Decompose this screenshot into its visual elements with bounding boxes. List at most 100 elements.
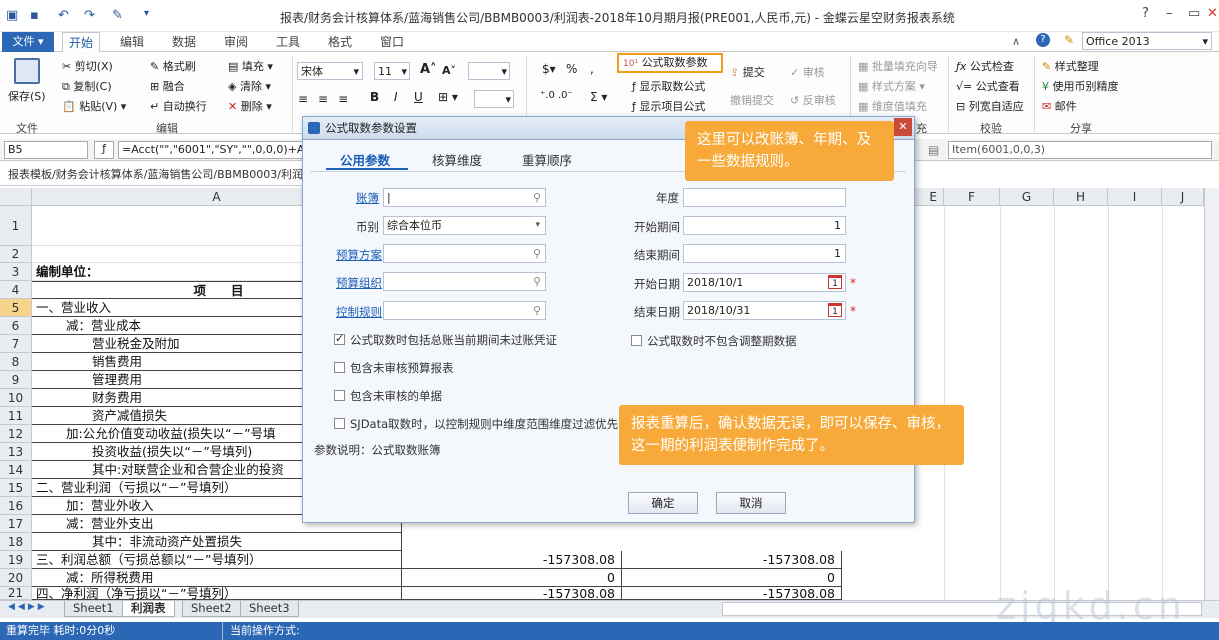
year-input[interactable] [683, 188, 846, 207]
sheet-tab-sheet2[interactable]: Sheet2 [182, 601, 241, 617]
percent-icon[interactable]: % [566, 62, 577, 76]
batch-fill-button[interactable]: ▦ 批量填充向导 [858, 58, 938, 74]
tab-tools[interactable]: 工具 [270, 32, 306, 52]
bold-icon[interactable]: B [370, 90, 379, 104]
control-rule-input[interactable]: ⚲ [383, 301, 546, 320]
search-icon[interactable]: ⚲ [533, 273, 541, 290]
row-header[interactable]: 10 [0, 389, 32, 407]
checkbox-unaudited-docs[interactable] [334, 390, 345, 401]
vertical-scrollbar[interactable] [1204, 188, 1219, 600]
copy-button[interactable]: ⧉ 复制(C) [62, 78, 112, 94]
column-header-i[interactable]: I [1108, 188, 1162, 206]
auto-wrap-button[interactable]: ↵ 自动换行 [150, 98, 207, 114]
sheet-nav-icons[interactable]: ◀◀▶▶ [8, 602, 48, 612]
close-icon[interactable]: ✕ [1207, 6, 1218, 21]
tab-edit[interactable]: 编辑 [114, 32, 150, 52]
column-header-h[interactable]: H [1054, 188, 1108, 206]
help-icon[interactable]: ? [1142, 6, 1149, 21]
row-header[interactable]: 18 [0, 533, 32, 551]
col-width-button[interactable]: ⊟ 列宽自适应 [956, 98, 1024, 114]
formula-view-button[interactable]: √= 公式查看 [956, 78, 1020, 94]
cell-value-current[interactable]: -157308.08 [402, 551, 622, 569]
search-icon[interactable]: ⚲ [533, 302, 541, 319]
row-header[interactable]: 7 [0, 335, 32, 353]
cell-value-cumulative[interactable]: -157308.08 [622, 587, 842, 600]
delete-button[interactable]: ✕ 删除 ▾ [228, 98, 272, 114]
formula-params-button[interactable]: 10¹ 公式取数参数 [617, 53, 723, 73]
save-big-icon[interactable] [14, 58, 40, 84]
office-style-select[interactable]: Office 2013 ▾ [1082, 32, 1212, 50]
column-header-g[interactable]: G [1000, 188, 1054, 206]
row-header[interactable]: 14 [0, 461, 32, 479]
align-icons[interactable]: ≡≡≡ [298, 92, 358, 106]
formula-check-button[interactable]: ƒx 公式检查 [956, 58, 1014, 74]
cell-value-cumulative[interactable]: -157308.08 [622, 551, 842, 569]
tab-window[interactable]: 窗口 [374, 32, 410, 52]
checkbox-exclude-adjust[interactable] [631, 335, 642, 346]
row-header[interactable]: 3 [0, 263, 32, 281]
decimal-icons[interactable]: ⁺.0 .0⁻ [540, 90, 573, 101]
row-header[interactable]: 2 [0, 246, 32, 263]
row-header[interactable]: 17 [0, 515, 32, 533]
font-size-select[interactable]: 11 ▾ [374, 62, 410, 80]
merge-button[interactable]: ⊞ 融合 [150, 78, 185, 94]
cell-a[interactable]: 其中：非流动资产处置损失 [32, 533, 402, 551]
sheet-tab-profit[interactable]: 利润表 [122, 601, 175, 617]
clear-button[interactable]: ◈ 清除 ▾ [228, 78, 271, 94]
style-tidy-button[interactable]: ✎ 样式整理 [1042, 58, 1099, 74]
undo-icon[interactable]: ↶ [58, 8, 69, 23]
row-header[interactable]: 11 [0, 407, 32, 425]
save-button[interactable]: 保存(S) [8, 88, 46, 104]
cell-reference-box[interactable]: B5 [4, 141, 88, 159]
row-header[interactable]: 1 [0, 206, 32, 246]
fill-button[interactable]: ▤ 填充 ▾ [228, 58, 273, 74]
item-formula-input[interactable]: Item(6001,0,0,3) [948, 141, 1212, 159]
cut-button[interactable]: ✂ 剪切(X) [62, 58, 113, 74]
dialog-tab-dimension[interactable]: 核算维度 [432, 150, 482, 169]
border-select[interactable]: ▾ [468, 62, 510, 80]
number-format-icon[interactable]: $▾ [542, 62, 556, 76]
maximize-icon[interactable]: ▭ [1188, 6, 1200, 21]
checkbox-include-unposted[interactable] [334, 332, 345, 345]
cancel-button[interactable]: 取消 [716, 492, 786, 514]
tab-data[interactable]: 数据 [166, 32, 202, 52]
tab-review[interactable]: 审阅 [218, 32, 254, 52]
underline-icon[interactable]: U [414, 90, 423, 104]
row-header[interactable]: 13 [0, 443, 32, 461]
ribbon-collapse-icon[interactable]: ∧ [1012, 35, 1020, 48]
format-brush-button[interactable]: ✎ 格式刷 [150, 58, 196, 74]
calendar-icon[interactable]: 1 [828, 303, 842, 317]
currency-select[interactable]: 综合本位币 ▾ [383, 216, 546, 235]
ok-button[interactable]: 确定 [628, 492, 698, 514]
cell-a[interactable]: 三、利润总额（亏损总额以“－”号填列） [32, 551, 402, 569]
sheet-tab-sheet3[interactable]: Sheet3 [240, 601, 299, 617]
cell-value-cumulative[interactable]: 0 [622, 569, 842, 587]
help-circle-icon[interactable]: ? [1036, 33, 1050, 47]
grid-corner[interactable] [0, 188, 32, 206]
row-header[interactable]: 5 [0, 299, 32, 317]
account-book-input[interactable]: | ⚲ [383, 188, 546, 207]
dim-fill-button[interactable]: ▦ 维度值填充 [858, 98, 927, 114]
budget-plan-input[interactable]: ⚲ [383, 244, 546, 263]
redo-icon[interactable]: ↷ [84, 8, 95, 23]
row-header[interactable]: 4 [0, 281, 32, 299]
budget-org-input[interactable]: ⚲ [383, 272, 546, 291]
minimize-icon[interactable]: – [1166, 6, 1173, 21]
row-header[interactable]: 19 [0, 551, 32, 569]
font-select[interactable]: 宋体 ▾ [297, 62, 363, 80]
tab-start[interactable]: 开始 [62, 32, 101, 52]
style-scheme-button[interactable]: ▦ 样式方案 ▾ [858, 78, 925, 94]
column-header-f[interactable]: F [944, 188, 1000, 206]
start-date-input[interactable]: 2018/10/1 1 [683, 273, 846, 292]
dialog-close-icon[interactable]: ✕ [894, 118, 912, 136]
grow-font-icon[interactable]: A˄ [420, 62, 437, 77]
show-item-formula-button[interactable]: ƒ 显示项目公式 [632, 98, 705, 114]
account-book-link[interactable]: 账簿 [356, 190, 379, 206]
cell-a[interactable]: 四、净利润（净亏损以“－”号填列） [32, 587, 402, 600]
dialog-tab-common[interactable]: 公用参数 [340, 150, 390, 169]
submit-button[interactable]: ⇪ 提交 [730, 64, 765, 80]
checkbox-unaudited-budget[interactable] [334, 362, 345, 373]
qat-dropdown-icon[interactable]: ▾ [144, 8, 149, 19]
search-icon[interactable]: ⚲ [533, 189, 541, 206]
column-header-j[interactable]: J [1162, 188, 1204, 206]
